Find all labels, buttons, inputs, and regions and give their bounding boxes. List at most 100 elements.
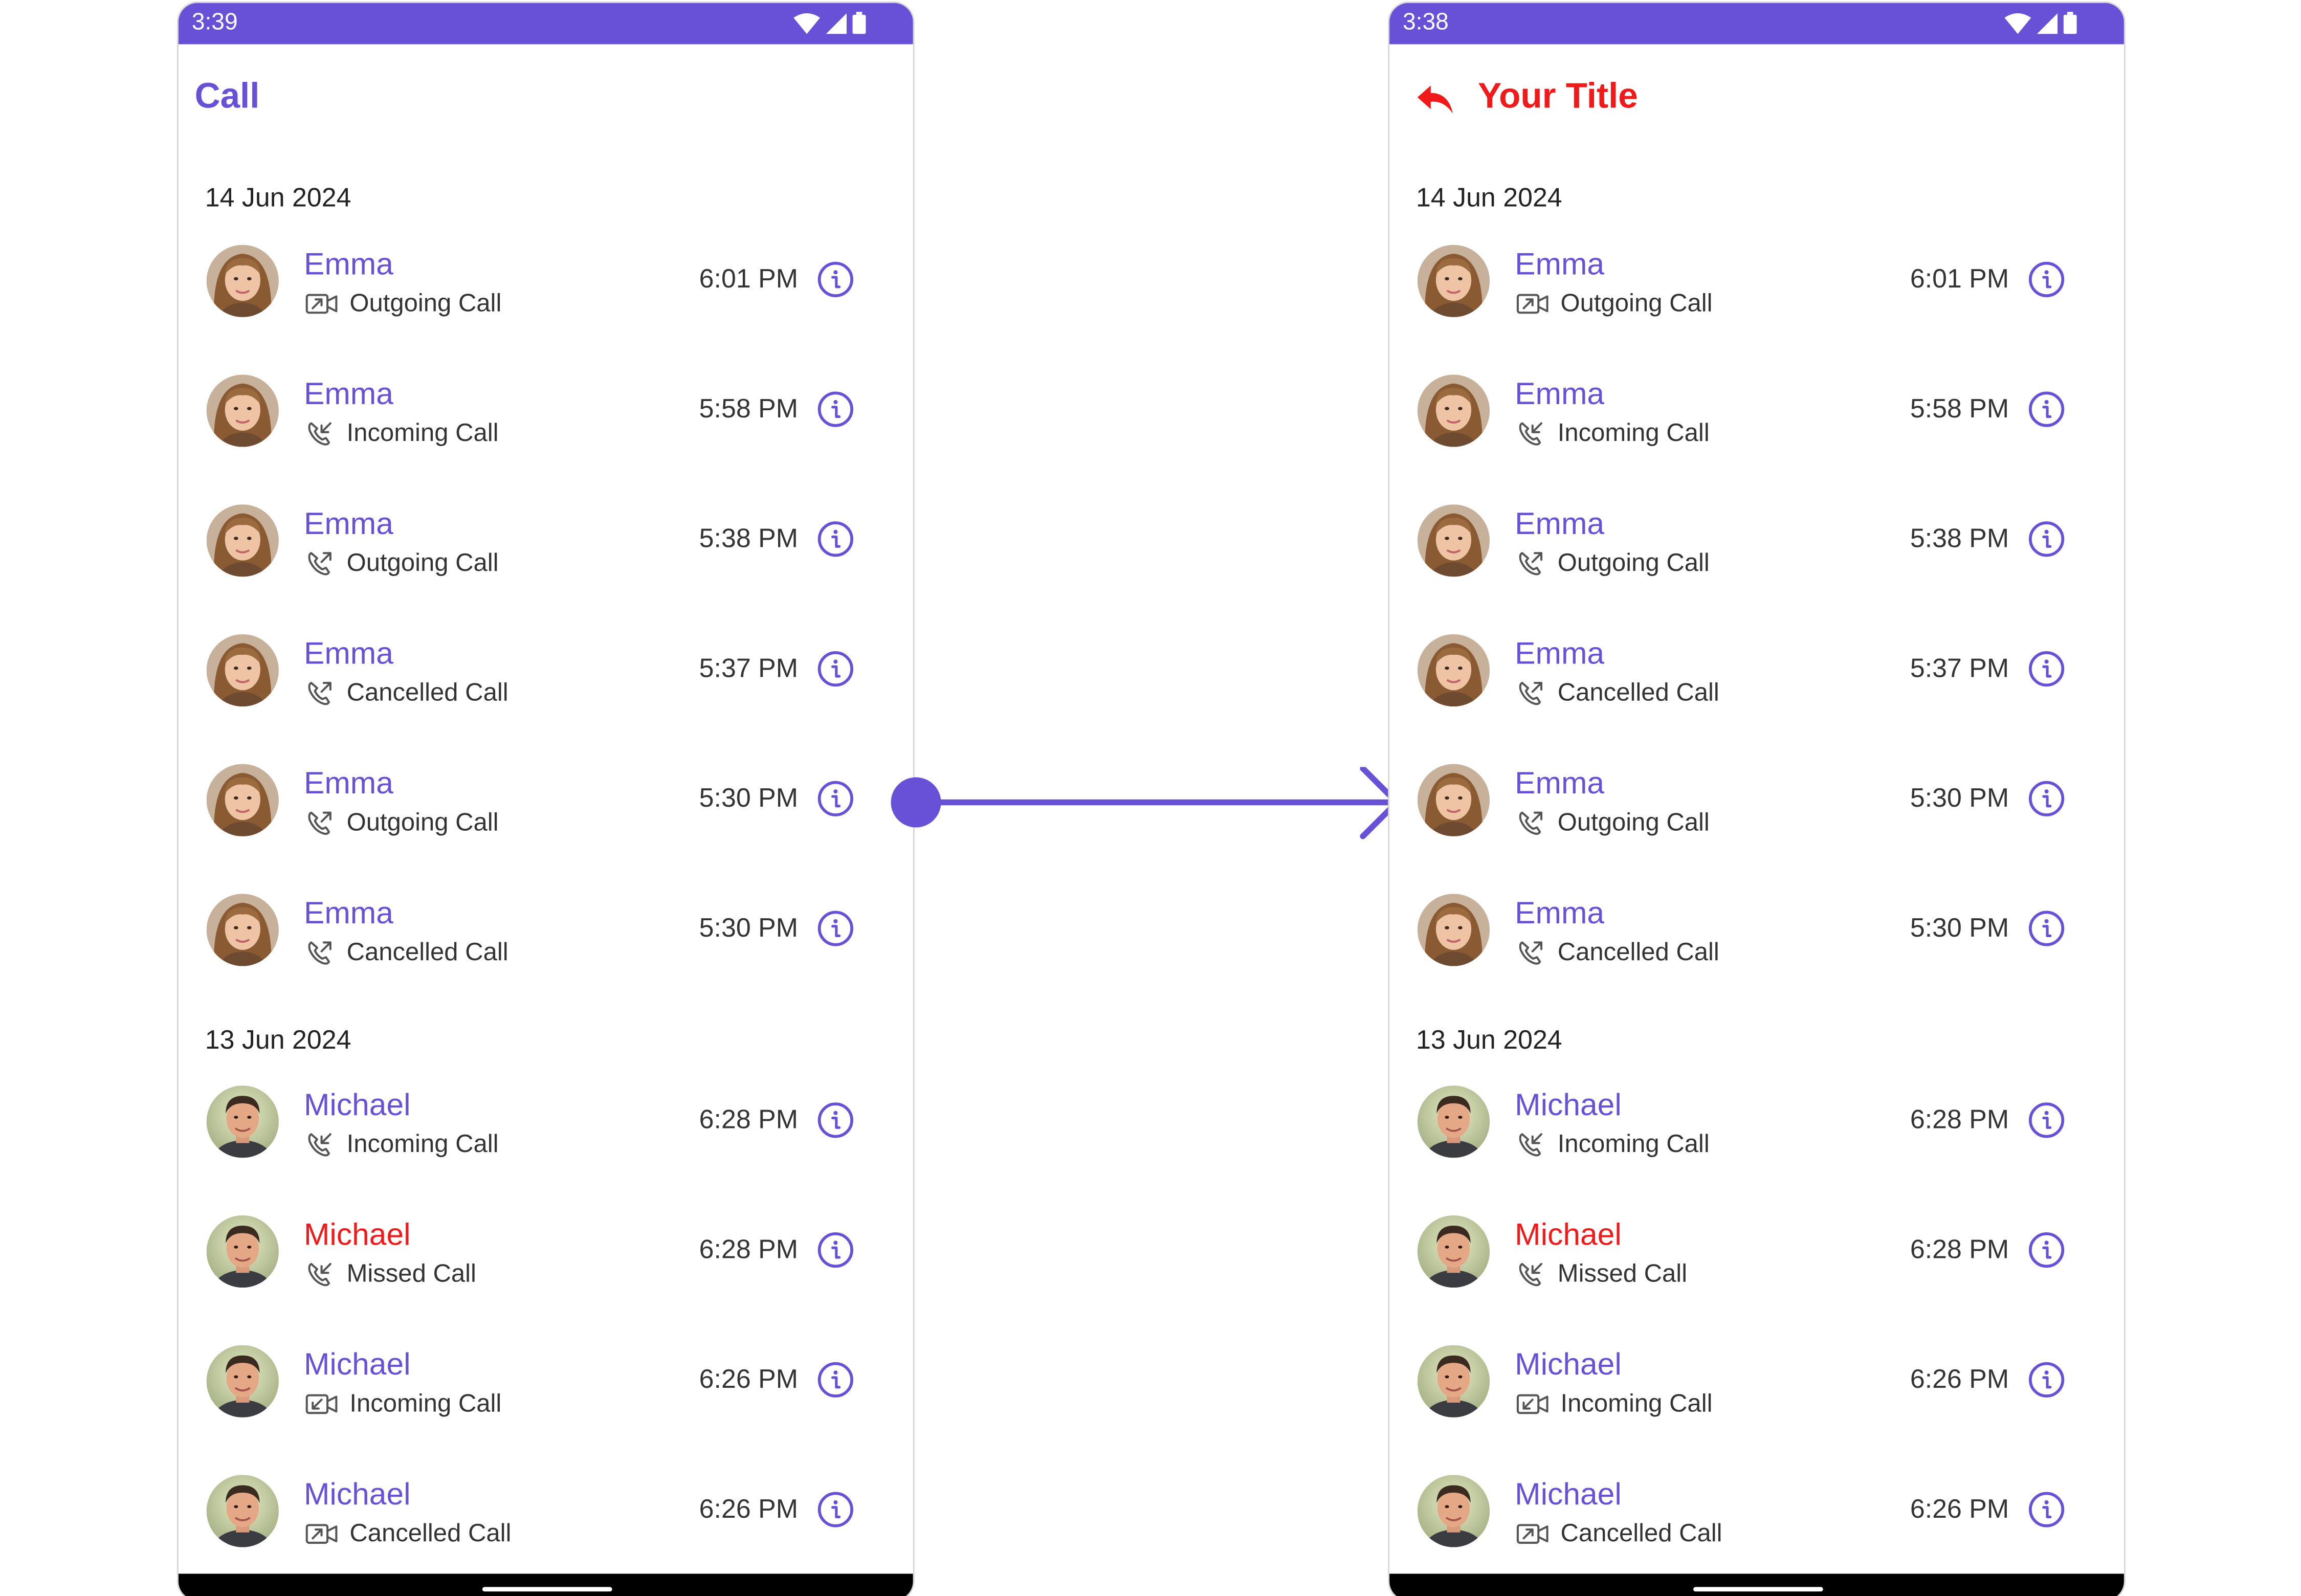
call-log-item[interactable]: Michael Incoming Call 6:26 PM [1389, 1345, 2124, 1475]
info-icon[interactable] [2028, 780, 2065, 817]
call-log-item[interactable]: Michael Incoming Call 6:28 PM [1389, 1085, 2124, 1215]
date-header: 14 Jun 2024 [1415, 183, 1562, 213]
info-icon[interactable] [2028, 1361, 2065, 1398]
battery-icon [852, 12, 866, 34]
call-time: 5:37 PM [699, 653, 799, 683]
call-time: 5:58 PM [699, 393, 799, 424]
call-status: Incoming Call [1557, 1129, 1710, 1158]
info-icon[interactable] [2028, 651, 2065, 688]
info-icon[interactable] [2028, 1102, 2065, 1139]
video-incoming-icon [1516, 1392, 1548, 1416]
home-indicator[interactable] [482, 1587, 612, 1592]
info-icon[interactable] [817, 910, 854, 947]
wifi-icon [793, 12, 821, 33]
call-status: Cancelled Call [346, 938, 508, 966]
call-status: Cancelled Call [1557, 938, 1719, 966]
avatar [1417, 504, 1490, 577]
info-icon[interactable] [2028, 910, 2065, 947]
call-log-item[interactable]: Michael Missed Call 6:28 PM [1389, 1215, 2124, 1345]
info-icon[interactable] [2028, 391, 2065, 428]
call-log-item[interactable]: Emma Outgoing Call 5:30 PM [179, 764, 913, 894]
call-log-item[interactable]: Michael Incoming Call 6:26 PM [179, 1345, 913, 1475]
info-icon[interactable] [2028, 521, 2065, 558]
info-icon[interactable] [817, 521, 854, 558]
call-time: 5:58 PM [1910, 393, 2009, 424]
avatar [206, 1475, 279, 1547]
call-status: Outgoing Call [349, 289, 502, 317]
signal-icon [2037, 12, 2058, 33]
audio-outgoing-icon [1516, 808, 1546, 838]
call-log-item[interactable]: Emma Incoming Call 5:58 PM [179, 374, 913, 504]
home-indicator[interactable] [1693, 1587, 1823, 1592]
call-log-item[interactable]: Emma Incoming Call 5:58 PM [1389, 374, 2124, 504]
avatar [1417, 764, 1490, 836]
nav-bar [1389, 1573, 2124, 1596]
call-log-item[interactable]: Emma Outgoing Call 5:38 PM [179, 504, 913, 634]
audio-outgoing-icon [305, 938, 335, 968]
nav-bar [178, 1573, 913, 1596]
signal-icon [826, 12, 847, 33]
transition-arrow-icon [891, 767, 1400, 839]
call-time: 6:28 PM [1910, 1234, 2009, 1264]
call-time: 6:26 PM [1910, 1364, 2009, 1394]
call-status: Outgoing Call [346, 548, 499, 577]
video-incoming-icon [305, 1392, 338, 1416]
info-icon[interactable] [817, 1102, 854, 1139]
page-title: Your Title [1478, 76, 1638, 117]
call-status: Incoming Call [1557, 418, 1710, 447]
status-bar: 3:38 [1389, 3, 2124, 45]
call-status: Incoming Call [1560, 1389, 1713, 1417]
avatar [206, 634, 279, 707]
call-time: 5:38 PM [699, 523, 799, 553]
caller-name: Emma [303, 248, 393, 282]
call-time: 6:28 PM [699, 1104, 799, 1135]
back-arrow-icon[interactable] [1416, 84, 1454, 116]
audio-incoming-icon [1516, 419, 1546, 449]
audio-incoming-icon [305, 1259, 335, 1289]
avatar [1417, 374, 1490, 447]
caller-name: Emma [1515, 507, 1605, 542]
phone-left: 3:39 Call 14 Jun 2024 Emma Outgoing Call 6:… [176, 1, 915, 1596]
audio-incoming-icon [1516, 1130, 1546, 1160]
caller-name: Emma [1515, 248, 1605, 282]
caller-name: Michael [1515, 1348, 1622, 1382]
call-log-item[interactable]: Emma Outgoing Call 5:38 PM [1389, 504, 2124, 634]
call-log-item[interactable]: Emma Outgoing Call 6:01 PM [1389, 245, 2124, 375]
call-log-item[interactable]: Emma Outgoing Call 5:30 PM [1389, 764, 2124, 894]
avatar [1417, 1215, 1490, 1288]
info-icon[interactable] [817, 651, 854, 688]
info-icon[interactable] [817, 780, 854, 817]
avatar [206, 1345, 279, 1417]
call-status: Cancelled Call [1560, 1519, 1722, 1547]
info-icon[interactable] [817, 391, 854, 428]
caller-name: Michael [1515, 1478, 1622, 1512]
info-icon[interactable] [2028, 1232, 2065, 1269]
info-icon[interactable] [817, 1232, 854, 1269]
call-time: 6:26 PM [699, 1494, 799, 1524]
call-log-item[interactable]: Michael Missed Call 6:28 PM [179, 1215, 913, 1345]
info-icon[interactable] [817, 1491, 854, 1528]
avatar [1417, 894, 1490, 966]
caller-name: Emma [303, 637, 393, 671]
info-icon[interactable] [2028, 1491, 2065, 1528]
call-log-item[interactable]: Emma Cancelled Call 5:37 PM [179, 634, 913, 764]
caller-name: Emma [1515, 767, 1605, 801]
call-log-item[interactable]: Michael Incoming Call 6:28 PM [179, 1085, 913, 1215]
call-status: Missed Call [346, 1259, 476, 1288]
app-header: Your Title [1389, 44, 2124, 156]
avatar [1417, 245, 1490, 317]
info-icon[interactable] [817, 261, 854, 298]
caller-name: Michael [303, 1218, 411, 1252]
call-log-item[interactable]: Emma Outgoing Call 6:01 PM [179, 245, 913, 375]
call-status: Missed Call [1557, 1259, 1688, 1288]
call-log-item[interactable]: Emma Cancelled Call 5:37 PM [1389, 634, 2124, 764]
date-header: 13 Jun 2024 [205, 1025, 351, 1055]
app-header: Call [179, 44, 913, 156]
info-icon[interactable] [817, 1361, 854, 1398]
info-icon[interactable] [2028, 261, 2065, 298]
caller-name: Michael [303, 1088, 411, 1123]
call-status: Outgoing Call [346, 808, 499, 836]
call-log-item[interactable]: Emma Cancelled Call 5:30 PM [1389, 894, 2124, 1024]
call-log-item[interactable]: Emma Cancelled Call 5:30 PM [179, 894, 913, 1024]
call-status: Cancelled Call [1557, 678, 1719, 707]
